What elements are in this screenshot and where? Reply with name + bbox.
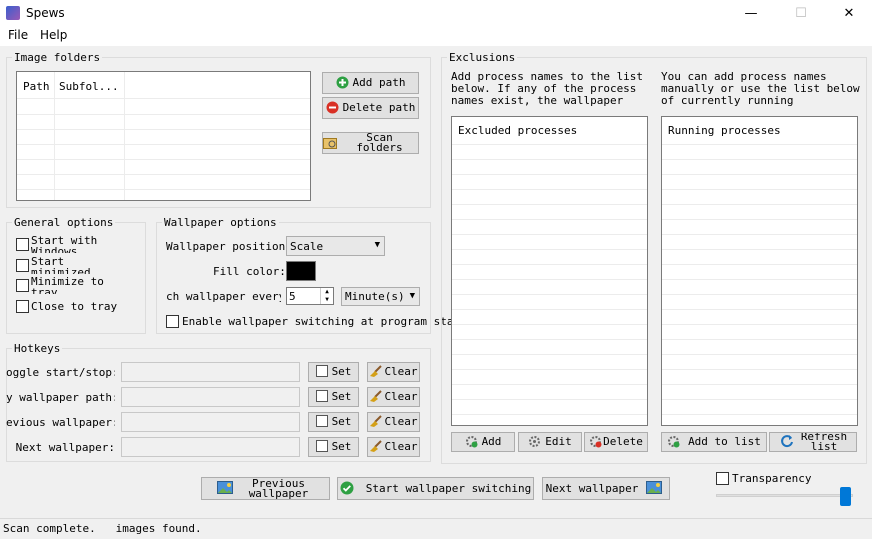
- wallpaper-position-label: Wallpaper position:: [166, 240, 292, 253]
- broom-icon: [369, 440, 383, 454]
- exclusions-description: Add process names to the list below. If …: [451, 71, 644, 107]
- col-path-header[interactable]: Path: [23, 80, 50, 93]
- checkmark-icon: [340, 481, 354, 497]
- delete-path-button[interactable]: Delete path: [322, 97, 419, 119]
- minimize-to-tray-label: Minimize to tray: [31, 276, 104, 294]
- running-description: You can add process names manually or us…: [661, 71, 860, 107]
- close-button[interactable]: ✕: [826, 0, 872, 27]
- hotkey-set-button[interactable]: Set: [308, 412, 359, 432]
- start-minimized-label: Start minimized: [31, 256, 91, 274]
- hotkey-clear-button[interactable]: Clear: [367, 437, 420, 457]
- transparency-checkbox[interactable]: [716, 472, 729, 485]
- hotkey-label: y wallpaper path:: [6, 391, 115, 404]
- add-gear-icon: [465, 435, 478, 450]
- broom-icon: [369, 415, 383, 429]
- window-title: Spews: [26, 6, 65, 20]
- excluded-processes-header: Excluded processes: [458, 124, 578, 137]
- menu-bar: [0, 27, 872, 46]
- refresh-icon: [780, 434, 794, 450]
- hotkey-set-button[interactable]: Set: [308, 437, 359, 457]
- start-with-windows-checkbox[interactable]: [16, 238, 29, 251]
- chevron-down-icon: ▼: [409, 291, 415, 301]
- hotkey-label: oggle start/stop:: [6, 366, 115, 379]
- fill-color-swatch[interactable]: [286, 261, 316, 281]
- minimize-to-tray-checkbox[interactable]: [16, 279, 29, 292]
- exclusions-title: Exclusions: [447, 51, 518, 64]
- broom-icon: [369, 365, 383, 379]
- keyboard-icon: [315, 415, 328, 429]
- hotkey-previous-input[interactable]: [121, 412, 300, 432]
- menu-help[interactable]: Help: [40, 28, 67, 42]
- close-to-tray-checkbox[interactable]: [16, 300, 29, 313]
- enable-switching-checkbox[interactable]: [166, 315, 179, 328]
- spinner-arrows-icon[interactable]: ▲ ▼: [320, 288, 333, 304]
- hotkey-clear-button[interactable]: Clear: [367, 412, 420, 432]
- app-icon: [6, 6, 20, 20]
- transparency-slider-thumb[interactable]: [840, 487, 851, 506]
- general-options-title: General options: [12, 216, 116, 229]
- add-gear-icon: [667, 435, 680, 450]
- hotkey-next-input[interactable]: [121, 437, 300, 457]
- close-to-tray-label: Close to tray: [31, 300, 118, 313]
- hotkey-toggle-input[interactable]: [121, 362, 300, 382]
- hotkey-clear-button[interactable]: Clear: [367, 362, 420, 382]
- wallpaper-options-title: Wallpaper options: [162, 216, 279, 229]
- switch-every-label: ch wallpaper every:: [166, 290, 281, 303]
- switch-interval-spinner[interactable]: 5 ▲ ▼: [286, 287, 334, 305]
- running-processes-list[interactable]: Running processes: [661, 116, 858, 426]
- hotkey-set-button[interactable]: Set: [308, 362, 359, 382]
- running-processes-header: Running processes: [668, 124, 781, 137]
- keyboard-icon: [315, 440, 328, 454]
- col-subfolders-header[interactable]: Subfol...: [59, 80, 119, 93]
- maximize-button[interactable]: ☐: [778, 0, 824, 27]
- hotkey-clear-button[interactable]: Clear: [367, 387, 420, 407]
- delete-icon: [326, 101, 339, 116]
- scan-folder-icon: [323, 136, 337, 151]
- excluded-processes-list[interactable]: Excluded processes: [451, 116, 648, 426]
- next-wallpaper-button[interactable]: Next wallpaper: [542, 477, 670, 500]
- delete-exclusion-button[interactable]: Delete: [584, 432, 648, 452]
- keyboard-icon: [315, 365, 328, 379]
- scan-folders-button[interactable]: Scan folders: [322, 132, 419, 154]
- image-folders-title: Image folders: [12, 51, 103, 64]
- start-switching-button[interactable]: Start wallpaper switching: [337, 477, 534, 500]
- image-folders-list[interactable]: Path Subfol...: [16, 71, 311, 201]
- switch-unit-select[interactable]: Minute(s) ▼: [341, 287, 420, 306]
- delete-gear-icon: [589, 435, 602, 450]
- refresh-list-button[interactable]: Refresh list: [769, 432, 857, 452]
- edit-exclusion-button[interactable]: Edit: [518, 432, 582, 452]
- edit-gear-icon: [528, 435, 541, 450]
- hotkey-copy-path-input[interactable]: [121, 387, 300, 407]
- transparency-slider-track[interactable]: [716, 494, 853, 497]
- broom-icon: [369, 390, 383, 404]
- previous-wallpaper-button[interactable]: Previous wallpaper: [201, 477, 330, 500]
- hotkeys-title: Hotkeys: [12, 342, 63, 355]
- status-text: Scan complete. images found.: [3, 522, 202, 535]
- fill-color-label: Fill color:: [213, 265, 286, 278]
- next-wallpaper-icon: [646, 481, 663, 496]
- hotkey-label: Next wallpaper:: [15, 441, 115, 454]
- hotkey-set-button[interactable]: Set: [308, 387, 359, 407]
- previous-wallpaper-icon: [216, 481, 233, 496]
- keyboard-icon: [315, 390, 328, 404]
- add-to-list-button[interactable]: Add to list: [661, 432, 767, 452]
- enable-switching-label: Enable wallpaper switching at program st…: [182, 315, 452, 328]
- minimize-button[interactable]: —: [728, 0, 774, 27]
- wallpaper-position-select[interactable]: Scale ▼: [286, 236, 385, 256]
- start-minimized-checkbox[interactable]: [16, 259, 29, 272]
- chevron-down-icon: ▼: [374, 240, 380, 250]
- hotkey-label: evious wallpaper:: [6, 416, 115, 429]
- transparency-label: Transparency: [732, 472, 812, 485]
- start-with-windows-label: Start with Windows: [31, 235, 98, 253]
- add-path-button[interactable]: Add path: [322, 72, 419, 94]
- add-icon: [336, 76, 349, 91]
- add-exclusion-button[interactable]: Add: [451, 432, 515, 452]
- menu-file[interactable]: File: [8, 28, 28, 42]
